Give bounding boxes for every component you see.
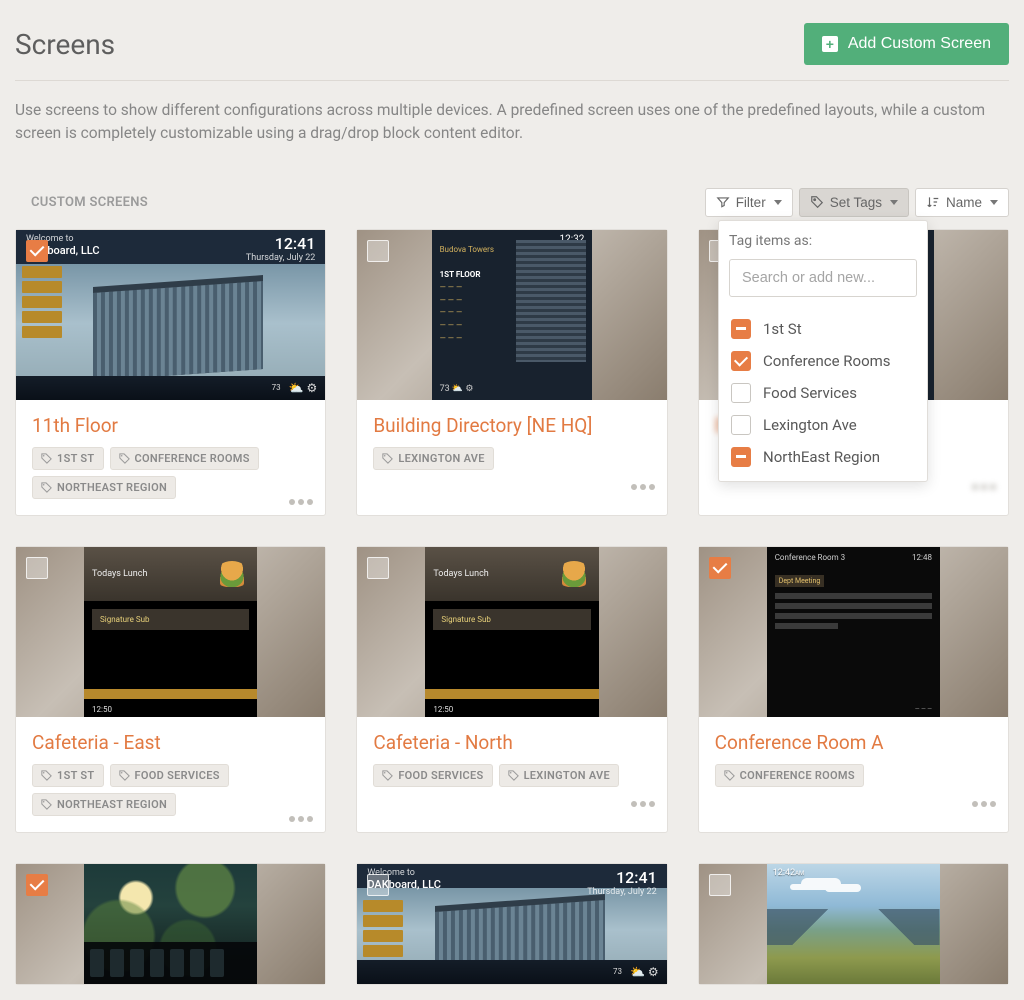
tag-chip[interactable]: LEXINGTON AVE xyxy=(499,764,619,787)
tag-list: LEXINGTON AVE xyxy=(373,447,650,470)
add-button-label: Add Custom Screen xyxy=(848,35,991,53)
page-description: Use screens to show different configurat… xyxy=(15,99,1009,146)
screen-card[interactable]: Welcome toDAKboard, LLC 12:41Thursday, J… xyxy=(15,229,326,516)
tag-option[interactable]: NorthEast Region xyxy=(729,441,917,473)
tag-option[interactable]: Food Services xyxy=(729,377,917,409)
select-checkbox[interactable] xyxy=(367,240,389,262)
select-checkbox[interactable] xyxy=(709,557,731,579)
screen-card[interactable]: Todays Lunch Signature Sub 12:50 Cafeter… xyxy=(356,546,667,833)
add-custom-screen-button[interactable]: + Add Custom Screen xyxy=(804,23,1009,65)
screen-thumbnail[interactable]: Welcome toDAKboard, LLC 12:41Thursday, J… xyxy=(357,864,666,984)
page-title: Screens xyxy=(15,28,115,61)
toolbar: Filter Set Tags Name xyxy=(705,188,1009,217)
tag-list: 1ST ST FOOD SERVICES NORTHEAST REGION xyxy=(32,764,309,816)
tag-option-label: 1st St xyxy=(763,320,802,338)
card-body: Building Directory [NE HQ] LEXINGTON AVE xyxy=(357,400,666,500)
select-checkbox[interactable] xyxy=(26,240,48,262)
section-label: CUSTOM SCREENS xyxy=(15,195,148,210)
select-checkbox[interactable] xyxy=(709,874,731,896)
select-checkbox[interactable] xyxy=(367,874,389,896)
tag-option-label: Lexington Ave xyxy=(763,416,857,434)
caret-down-icon xyxy=(890,200,898,205)
tag-chip[interactable]: CONFERENCE ROOMS xyxy=(110,447,259,470)
tag-option-checkbox[interactable] xyxy=(731,415,751,435)
screen-card[interactable]: Todays Lunch Signature Sub 12:50 Cafeter… xyxy=(15,546,326,833)
card-body: Cafeteria - East 1ST ST FOOD SERVICES NORTH… xyxy=(16,717,325,832)
more-menu-icon[interactable] xyxy=(972,801,996,807)
tag-chip[interactable]: FOOD SERVICES xyxy=(373,764,492,787)
screen-title[interactable]: Cafeteria - East xyxy=(32,731,309,754)
tag-option-checkbox[interactable] xyxy=(731,447,751,467)
filter-button[interactable]: Filter xyxy=(705,188,793,217)
screen-thumbnail[interactable]: Welcome toDAKboard, LLC 12:41Thursday, J… xyxy=(16,230,325,400)
tag-option-checkbox[interactable] xyxy=(731,383,751,403)
tag-option-checkbox[interactable] xyxy=(731,351,751,371)
screen-thumbnail[interactable]: 12:42AM xyxy=(699,864,1008,984)
more-menu-icon[interactable] xyxy=(631,484,655,490)
screen-card[interactable]: Welcome toDAKboard, LLC 12:41Thursday, J… xyxy=(356,863,667,985)
caret-down-icon xyxy=(774,200,782,205)
tag-option-checkbox[interactable] xyxy=(731,319,751,339)
sort-icon xyxy=(926,195,940,209)
tag-icon xyxy=(810,195,824,209)
select-checkbox[interactable] xyxy=(26,557,48,579)
tag-chip[interactable]: CONFERENCE ROOMS xyxy=(715,764,864,787)
filter-icon xyxy=(716,195,730,209)
tag-option-label: Conference Rooms xyxy=(763,352,891,370)
tag-option[interactable]: Lexington Ave xyxy=(729,409,917,441)
tag-list: 1ST ST CONFERENCE ROOMS NORTHEAST REGION xyxy=(32,447,309,499)
sort-label: Name xyxy=(946,195,982,210)
tag-chip[interactable]: 1ST ST xyxy=(32,447,104,470)
caret-down-icon xyxy=(990,200,998,205)
tag-list: CONFERENCE ROOMS xyxy=(715,764,992,787)
screen-card[interactable]: Conference Room 312:48 Dept Meeting — — … xyxy=(698,546,1009,833)
card-body: Cafeteria - North FOOD SERVICES LEXINGTON … xyxy=(357,717,666,817)
card-body: Conference Room A CONFERENCE ROOMS xyxy=(699,717,1008,817)
plus-icon: + xyxy=(822,36,838,52)
screen-thumbnail[interactable]: Conference Room 312:48 Dept Meeting — — … xyxy=(699,547,1008,717)
screen-title[interactable]: Conference Room A xyxy=(715,731,992,754)
tag-chip[interactable]: 1ST ST xyxy=(32,764,104,787)
select-checkbox[interactable] xyxy=(26,874,48,896)
more-menu-icon[interactable] xyxy=(972,484,996,490)
tag-option[interactable]: Conference Rooms xyxy=(729,345,917,377)
screen-card[interactable]: 12:32 Budova Towers1ST FLOOR— — —— — —— … xyxy=(356,229,667,516)
more-menu-icon[interactable] xyxy=(631,801,655,807)
screen-thumbnail[interactable]: 12:32 Budova Towers1ST FLOOR— — —— — —— … xyxy=(357,230,666,400)
select-checkbox[interactable] xyxy=(367,557,389,579)
tag-search-input[interactable] xyxy=(729,259,917,297)
set-tags-button[interactable]: Set Tags xyxy=(799,188,909,217)
screen-thumbnail[interactable] xyxy=(16,864,325,984)
tag-chip[interactable]: FOOD SERVICES xyxy=(110,764,229,787)
screen-card[interactable]: 12:42AM xyxy=(698,863,1009,985)
tag-list: FOOD SERVICES LEXINGTON AVE xyxy=(373,764,650,787)
tag-option-label: Food Services xyxy=(763,384,857,402)
screen-thumbnail[interactable]: Todays Lunch Signature Sub 12:50 xyxy=(357,547,666,717)
set-tags-popup: Tag items as: 1st St Conference Rooms Food… xyxy=(718,220,928,482)
screen-title[interactable]: Building Directory [NE HQ] xyxy=(373,414,650,437)
tag-chip[interactable]: LEXINGTON AVE xyxy=(373,447,493,470)
screen-thumbnail[interactable]: Todays Lunch Signature Sub 12:50 xyxy=(16,547,325,717)
screen-title[interactable]: Cafeteria - North xyxy=(373,731,650,754)
more-menu-icon[interactable] xyxy=(289,499,313,505)
screen-title[interactable]: 11th Floor xyxy=(32,414,309,437)
set-tags-label: Set Tags xyxy=(830,195,882,210)
tag-chip[interactable]: NORTHEAST REGION xyxy=(32,793,176,816)
tag-chip[interactable]: NORTHEAST REGION xyxy=(32,476,176,499)
card-body: 11th Floor 1ST ST CONFERENCE ROOMS NORTHEAS… xyxy=(16,400,325,515)
tag-option-label: NorthEast Region xyxy=(763,448,880,466)
popup-label: Tag items as: xyxy=(729,233,917,249)
more-menu-icon[interactable] xyxy=(289,816,313,822)
tag-option[interactable]: 1st St xyxy=(729,313,917,345)
sort-button[interactable]: Name xyxy=(915,188,1009,217)
screen-card[interactable] xyxy=(15,863,326,985)
filter-label: Filter xyxy=(736,195,766,210)
